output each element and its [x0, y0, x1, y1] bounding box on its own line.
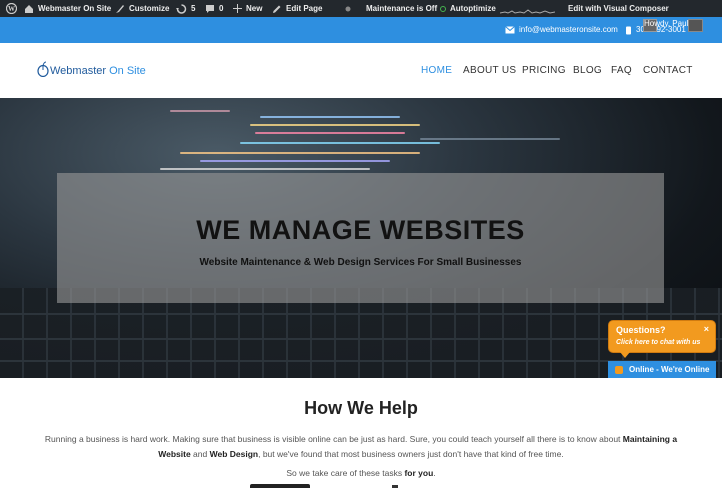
home-icon — [25, 5, 33, 13]
comment-icon — [206, 4, 214, 13]
visual-composer-label: Edit with Visual Composer — [568, 4, 669, 13]
sparkline-icon — [500, 8, 555, 14]
admin-customize[interactable]: Customize — [115, 0, 169, 17]
logo-text: Webmaster On Site — [50, 65, 146, 77]
nav-pricing[interactable]: PRICING — [522, 43, 566, 98]
contact-email[interactable]: info@webmasteronsite.com — [505, 17, 618, 43]
status-circle-icon — [440, 5, 446, 12]
brush-icon — [116, 4, 124, 13]
period-text: . — [433, 468, 436, 478]
chat-bubble-tail — [620, 352, 630, 358]
section-heading: How We Help — [304, 398, 418, 418]
admin-new[interactable]: New — [233, 0, 262, 17]
comments-count: 0 — [219, 4, 224, 13]
admin-site-name[interactable]: Webmaster On Site — [24, 0, 111, 17]
code-decoration — [250, 124, 420, 126]
nav-faq[interactable]: FAQ — [611, 43, 632, 98]
plus-icon — [233, 4, 242, 13]
help-paragraph: Running a business is hard work. Making … — [40, 432, 682, 462]
care-text: So we take care of these tasks — [286, 468, 405, 478]
edit-page-label: Edit Page — [286, 4, 323, 13]
chat-icon — [615, 365, 623, 374]
phone-icon — [626, 26, 631, 34]
code-decoration — [240, 142, 440, 144]
maintenance-label: Maintenance is Off — [366, 4, 438, 13]
updates-count: 5 — [191, 4, 196, 13]
site-logo[interactable]: Webmaster On Site — [36, 61, 146, 77]
nav-blog[interactable]: BLOG — [573, 43, 602, 98]
nav-about-us[interactable]: ABOUT US — [463, 43, 516, 98]
chat-online-button[interactable]: Online - We're Online — [608, 361, 716, 378]
envelope-icon — [505, 26, 515, 34]
cutoff-heading-fragment — [250, 484, 310, 488]
online-label: Online - We're Online — [629, 365, 710, 374]
admin-comments[interactable]: 0 — [205, 0, 223, 17]
admin-autoptimize[interactable]: Autoptimize — [440, 0, 496, 17]
logo-text-part2: On Site — [106, 65, 146, 77]
autoptimize-label: Autoptimize — [450, 4, 496, 13]
code-decoration — [420, 138, 560, 140]
keyboard-row — [0, 313, 722, 315]
nav-contact[interactable]: CONTACT — [643, 43, 693, 98]
customize-label: Customize — [129, 4, 170, 13]
code-decoration — [260, 116, 400, 118]
new-label: New — [246, 4, 263, 13]
pencil-icon — [273, 5, 281, 13]
paragraph-intro: Running a business is hard work. Making … — [44, 434, 623, 444]
hero-subtitle: Website Maintenance & Web Design Service… — [199, 257, 522, 268]
chat-hint: Click here to chat with us — [616, 339, 701, 346]
admin-user-greeting[interactable]: Howdy, Paul — [644, 19, 688, 28]
mouse-logo-icon — [37, 61, 49, 77]
chat-prompt-bubble[interactable]: Questions? Click here to chat with us × — [608, 320, 716, 353]
site-header: Webmaster On Site HOME ABOUT US PRICING … — [0, 43, 722, 98]
user-avatar[interactable] — [688, 19, 703, 32]
web-design-text: Web Design — [209, 449, 259, 459]
paragraph-end: , but we've found that most business own… — [258, 449, 564, 459]
admin-stats-sparkline[interactable] — [500, 0, 559, 17]
admin-edit-page[interactable]: Edit Page — [272, 0, 322, 17]
code-decoration — [255, 132, 405, 134]
code-decoration — [160, 168, 370, 170]
contact-bar: info@webmasteronsite.com 301-892-3001 — [0, 17, 722, 43]
wordpress-logo-icon[interactable]: W — [6, 0, 21, 17]
close-icon[interactable]: × — [704, 324, 709, 334]
care-paragraph: So we take care of these tasks for you. — [0, 468, 722, 478]
logo-text-part1: Webmaster — [50, 65, 107, 77]
admin-maintenance[interactable]: Maintenance is Off — [366, 0, 437, 17]
for-you-text: for you — [404, 468, 434, 478]
email-text: info@webmasteronsite.com — [519, 25, 618, 34]
svg-text:W: W — [8, 5, 15, 13]
code-decoration — [200, 160, 390, 162]
nav-home[interactable]: HOME — [421, 43, 452, 98]
hero-overlay: WE MANAGE WEBSITES Website Maintenance &… — [57, 173, 664, 303]
hero-title: WE MANAGE WEBSITES — [196, 215, 525, 245]
code-decoration — [180, 152, 420, 154]
admin-updates[interactable]: 5 — [176, 0, 195, 17]
admin-visual-composer[interactable]: Edit with Visual Composer — [568, 0, 669, 17]
wp-admin-bar: W Webmaster On Site Customize 5 0 New Ed… — [0, 0, 722, 17]
code-decoration — [170, 110, 230, 112]
updates-icon — [176, 3, 187, 14]
and-text: and — [190, 449, 210, 459]
admin-menu-dot-icon — [345, 0, 355, 17]
chat-question: Questions? — [616, 325, 666, 335]
site-name-label: Webmaster On Site — [38, 4, 112, 13]
